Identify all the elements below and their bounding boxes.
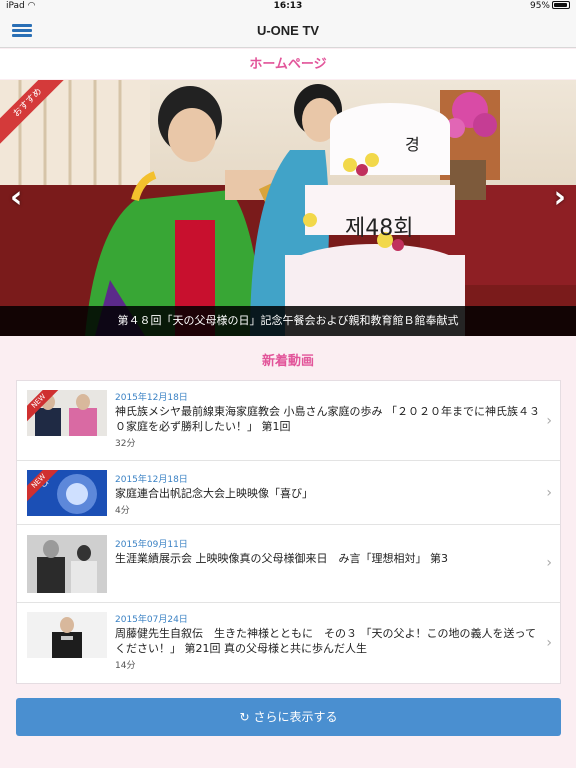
video-duration: 14分 — [115, 661, 136, 671]
app-title: U-ONE TV — [256, 23, 320, 38]
video-list-item[interactable]: 2015年07月24日 周藤健先生自叙伝 生きた神様とともに その３ 「天の父よ… — [17, 603, 560, 683]
video-title: 生涯業績展示会 上映映像真の父母様御来日 み言「理想相対」 第3 — [115, 552, 448, 565]
chevron-right-icon: › — [546, 635, 552, 651]
video-title: 神氏族メシヤ最前線東海家庭教会 小島さん家庭の歩み 「２０２０年までに神氏族４３… — [115, 405, 540, 433]
video-date: 2015年09月11日 — [115, 540, 188, 550]
video-thumbnail — [27, 535, 107, 593]
featured-carousel[interactable]: 제48회 경 おすすめ ‹ › 第４８回「天の父母様の日」記念午餐会および親和教… — [0, 80, 576, 336]
video-duration: 4分 — [115, 506, 130, 516]
status-bar: iPad ◠ 16:13 95% — [0, 0, 576, 14]
chevron-right-icon: › — [546, 485, 552, 501]
show-more-button[interactable]: ↻ さらに表示する — [16, 698, 561, 736]
video-date: 2015年07月24日 — [115, 615, 188, 625]
video-date: 2015年12月18日 — [115, 475, 188, 485]
chevron-right-icon[interactable]: › — [554, 180, 566, 215]
video-list: NEW 2015年12月18日 神氏族メシヤ最前線東海家庭教会 小島さん家庭の歩… — [16, 380, 561, 684]
video-list-item[interactable]: 2015年09月11日 生涯業績展示会 上映映像真の父母様御来日 み言「理想相対… — [17, 525, 560, 603]
chevron-right-icon: › — [546, 413, 552, 429]
refresh-icon: ↻ — [239, 710, 250, 724]
new-videos-title: 新着動画 — [261, 353, 314, 368]
video-thumbnail: 喜び NEW — [27, 470, 107, 516]
video-thumbnail: NEW — [27, 390, 107, 436]
video-thumbnail — [27, 612, 107, 658]
chevron-left-icon[interactable]: ‹ — [10, 180, 22, 215]
video-duration: 32分 — [115, 439, 136, 449]
chevron-right-icon: › — [546, 555, 552, 571]
video-date: 2015年12月18日 — [115, 393, 188, 403]
video-list-item[interactable]: 喜び NEW 2015年12月18日 家庭連合出帆記念大会上映映像「喜び」 4分… — [17, 461, 560, 525]
home-page-header: ホームページ — [0, 49, 576, 79]
svg-text:경: 경 — [405, 135, 420, 154]
navigation-bar: U-ONE TV — [0, 14, 576, 48]
video-list-item[interactable]: NEW 2015年12月18日 神氏族メシヤ最前線東海家庭教会 小島さん家庭の歩… — [17, 381, 560, 461]
video-title: 家庭連合出帆記念大会上映映像「喜び」 — [115, 487, 313, 500]
battery-icon — [552, 1, 570, 9]
battery-indicator: 95% — [530, 1, 570, 11]
featured-caption[interactable]: 第４８回「天の父母様の日」記念午餐会および親和教育館Ｂ館奉献式 — [0, 306, 576, 336]
status-time: 16:13 — [273, 1, 303, 11]
show-more-label: さらに表示する — [253, 710, 338, 724]
video-title: 周藤健先生自叙伝 生きた神様とともに その３ 「天の父よ！この地の義人を送ってく… — [115, 627, 536, 655]
featured-image: 제48회 경 — [0, 80, 576, 336]
cake-lettering: 제48회 — [345, 216, 413, 241]
